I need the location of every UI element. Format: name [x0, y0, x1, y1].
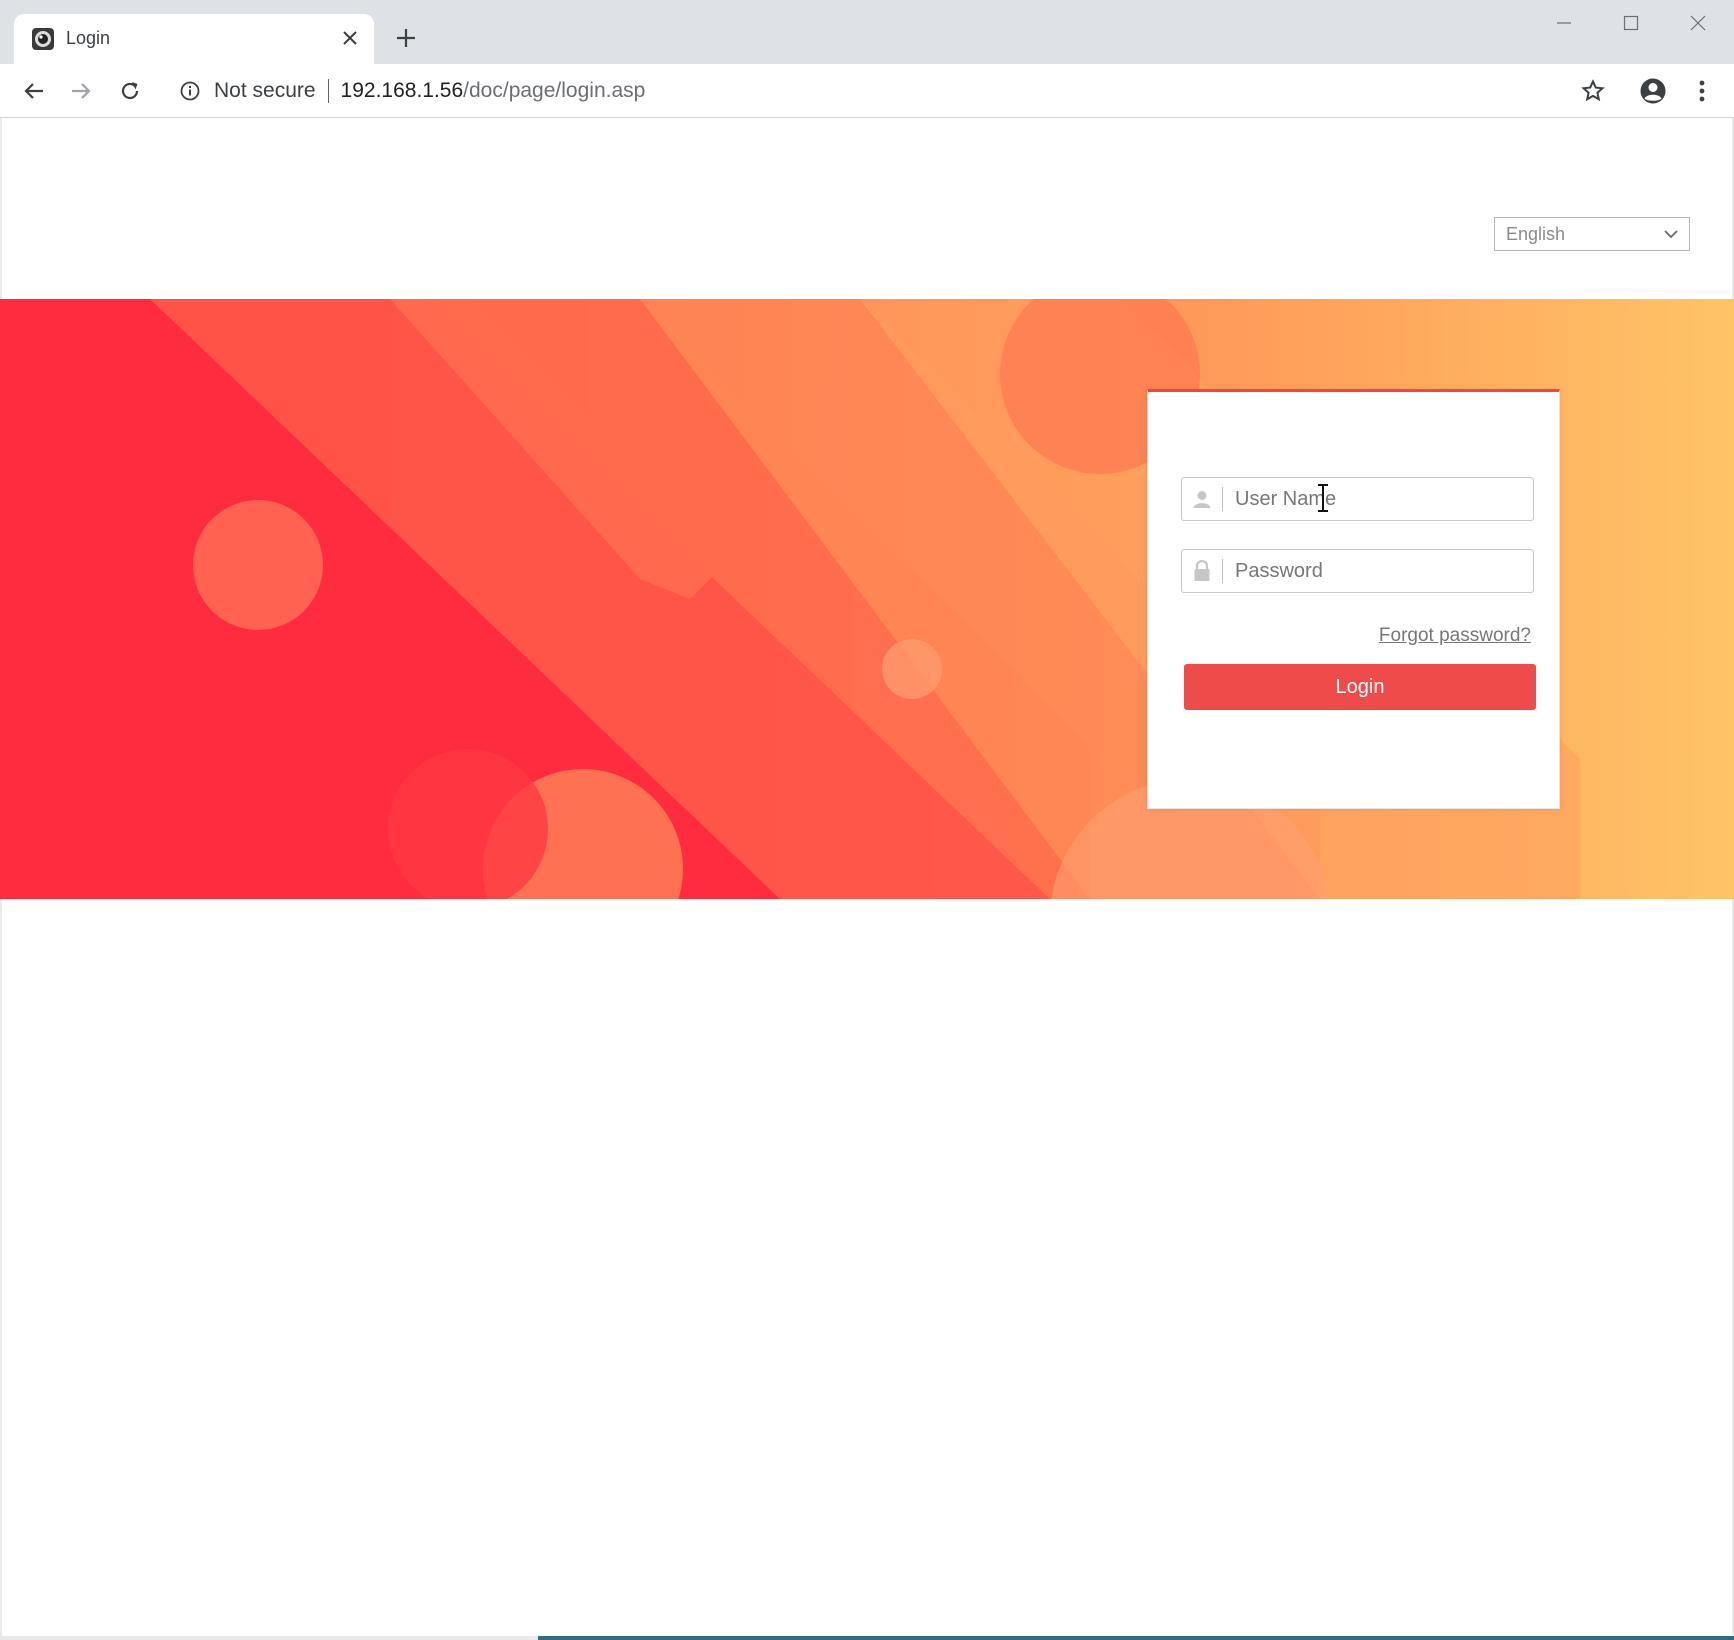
close-icon[interactable] — [336, 24, 364, 52]
minimize-icon[interactable] — [1534, 4, 1594, 42]
info-icon[interactable] — [178, 79, 202, 103]
star-icon[interactable] — [1576, 74, 1610, 108]
account-icon[interactable] — [1636, 74, 1670, 108]
plus-icon[interactable] — [390, 22, 422, 54]
browser-tab[interactable]: Login — [14, 14, 374, 64]
language-select-value: English — [1506, 223, 1566, 244]
language-select[interactable]: English — [1494, 217, 1690, 251]
username-input[interactable] — [1223, 479, 1513, 519]
forgot-password-link[interactable]: Forgot password? — [1379, 625, 1531, 647]
username-field[interactable] — [1181, 477, 1534, 521]
user-icon — [1182, 478, 1222, 520]
kebab-menu-icon[interactable] — [1685, 74, 1719, 108]
tab-strip: Login — [0, 0, 1734, 64]
url-path: /doc/page/login.asp — [463, 79, 646, 102]
security-label: Not secure — [214, 79, 316, 102]
chevron-down-icon — [1663, 226, 1679, 242]
login-button[interactable]: Login — [1184, 664, 1536, 710]
maximize-icon[interactable] — [1601, 4, 1661, 42]
url-host: 192.168.1.56 — [340, 79, 464, 102]
taskbar-edge — [538, 1636, 1734, 1640]
window-close-icon[interactable] — [1668, 4, 1728, 42]
password-input[interactable] — [1223, 551, 1513, 591]
password-field[interactable] — [1181, 549, 1534, 593]
login-card: Forgot password? Login — [1147, 389, 1560, 809]
browser-toolbar: Not secure 192.168.1.56 /doc/page/login.… — [0, 64, 1734, 118]
reload-icon[interactable] — [113, 74, 147, 108]
address-bar[interactable]: Not secure 192.168.1.56 /doc/page/login.… — [170, 72, 1550, 110]
omnibox-separator — [327, 79, 329, 103]
camera-lens-icon — [32, 28, 54, 50]
arrow-left-icon[interactable] — [17, 74, 51, 108]
lock-icon — [1182, 550, 1222, 592]
arrow-right-icon[interactable] — [64, 74, 98, 108]
tab-title: Login — [66, 28, 111, 48]
